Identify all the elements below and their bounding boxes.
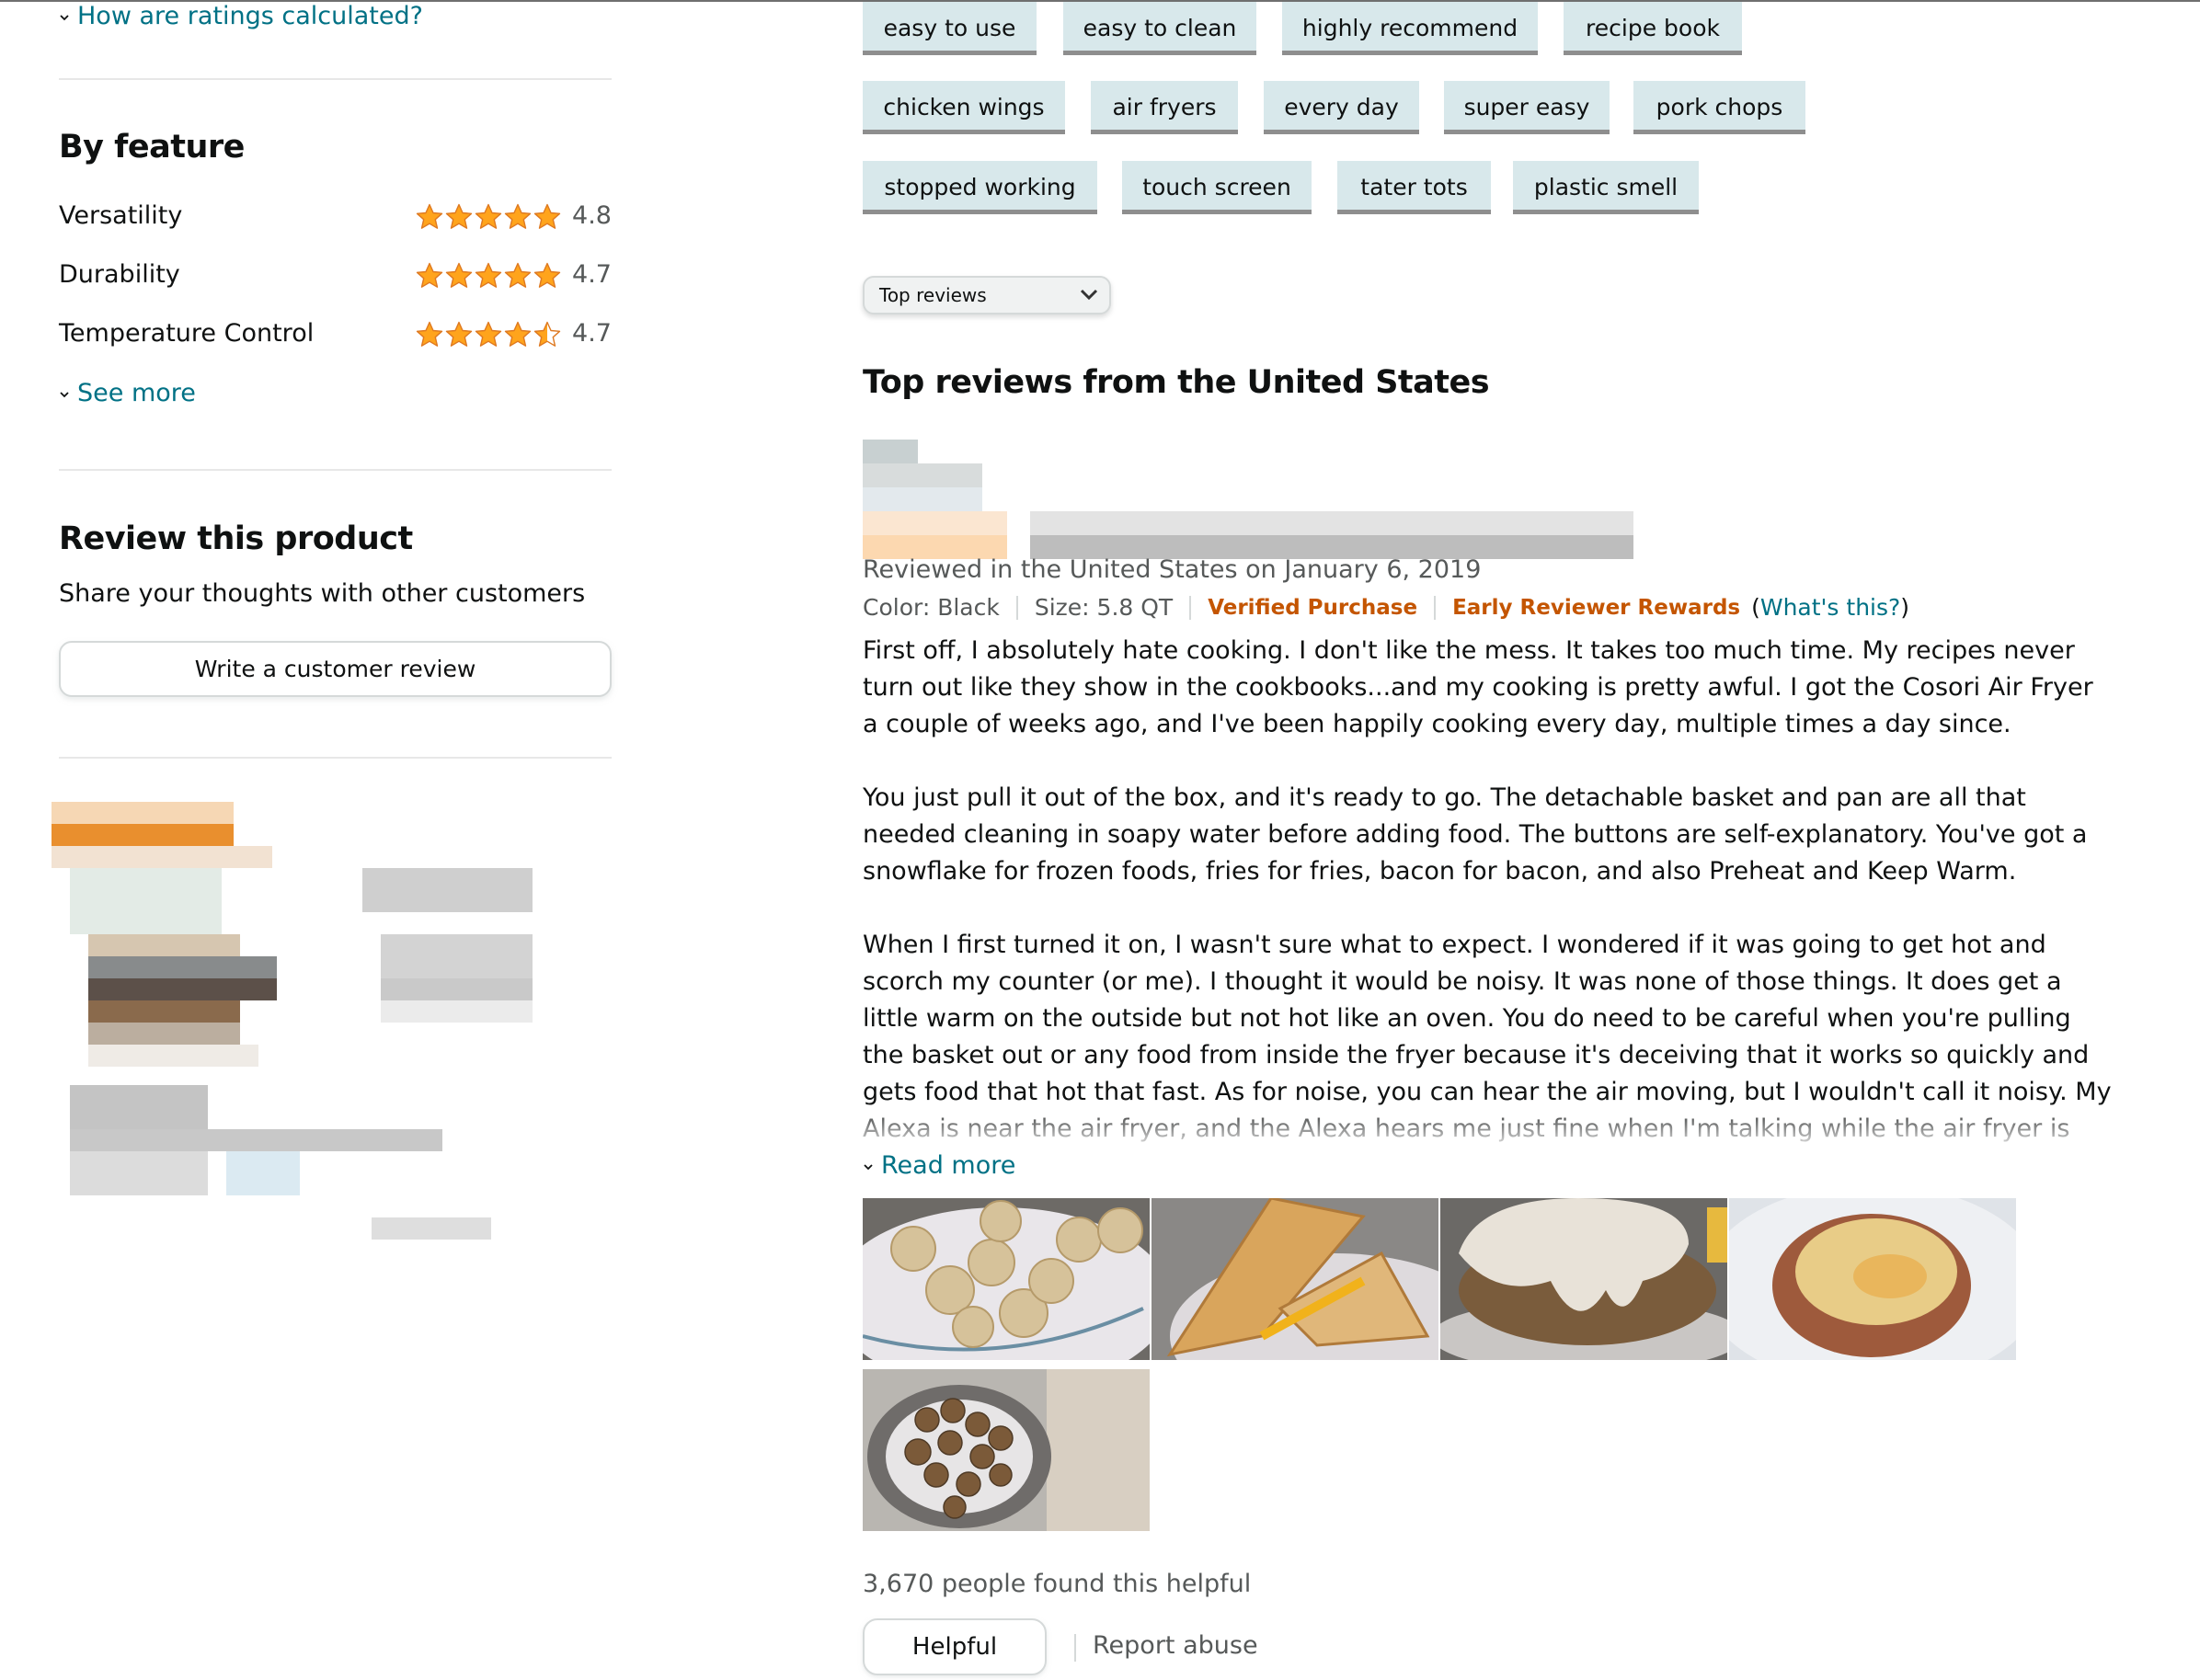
keyword-chip[interactable]: touch screen: [1122, 161, 1312, 214]
feature-row-durability: Durability 4.7: [59, 255, 612, 295]
keyword-chip[interactable]: easy to use: [863, 2, 1037, 55]
food-photo-chicken-fried-steak-icon: [1440, 1198, 1727, 1360]
review-size: Size: 5.8 QT: [1034, 594, 1174, 621]
star-full-icon: [416, 262, 443, 288]
feature-name: Temperature Control: [59, 319, 315, 348]
helpful-count: 3,670 people found this helpful: [863, 1570, 1252, 1598]
keyword-chip[interactable]: pork chops: [1633, 81, 1805, 134]
review-this-product-subtitle: Share your thoughts with other customers: [59, 579, 586, 608]
how-ratings-calculated-link[interactable]: How are ratings calculated?: [59, 0, 423, 33]
star-full-icon: [445, 321, 473, 347]
keyword-chip[interactable]: super easy: [1444, 81, 1610, 134]
see-more-features-link[interactable]: See more: [59, 373, 196, 414]
star-full-icon: [533, 203, 561, 229]
star-full-icon: [504, 203, 532, 229]
feature-name: Durability: [59, 260, 180, 289]
star-rating: [416, 262, 561, 290]
keyword-chip[interactable]: air fryers: [1091, 81, 1238, 134]
divider: [59, 469, 612, 471]
review-date: Reviewed in the United States on January…: [863, 555, 1482, 584]
divider: [59, 78, 612, 80]
chevron-down-icon: [864, 1163, 873, 1170]
feature-name: Versatility: [59, 201, 183, 230]
top-reviews-title: Top reviews from the United States: [863, 364, 1490, 401]
star-full-icon: [504, 262, 532, 288]
separator: [1189, 596, 1192, 620]
blurred-sponsored-ad[interactable]: [50, 800, 622, 1324]
see-more-label: See more: [77, 379, 196, 407]
keyword-chip[interactable]: stopped working: [863, 161, 1097, 214]
review-photo[interactable]: [1152, 1198, 1438, 1360]
food-photo-breaded-bites-icon: [863, 1198, 1150, 1360]
separator: [1434, 596, 1437, 620]
food-photo-fried-bites-icon: [863, 1369, 1150, 1531]
read-more-link[interactable]: Read more: [863, 1148, 1015, 1184]
star-full-icon: [416, 321, 443, 347]
food-photo-pizza-icon: [1729, 1198, 2016, 1360]
chevron-down-icon: [60, 391, 69, 397]
keyword-chip[interactable]: every day: [1264, 81, 1419, 134]
divider: [59, 757, 612, 759]
feature-rating-value: 4.8: [572, 201, 612, 230]
review-photo[interactable]: [863, 1369, 1150, 1531]
star-full-icon: [416, 203, 443, 229]
review-paragraph: First off, I absolutely hate cooking. I …: [863, 636, 2093, 738]
review-meta: Color: Black Size: 5.8 QT Verified Purch…: [863, 590, 1909, 625]
by-feature-title: By feature: [59, 129, 245, 166]
report-abuse-link[interactable]: Report abuse: [1093, 1628, 1258, 1664]
blurred-reviewer-profile: [863, 440, 1635, 559]
feature-rating-value: 4.7: [572, 260, 612, 289]
review-this-product-title: Review this product: [59, 520, 413, 557]
whats-this-link[interactable]: What's this?: [1760, 594, 1900, 621]
keyword-chip[interactable]: easy to clean: [1063, 2, 1256, 55]
whats-this-wrapper: (What's this?): [1751, 594, 1910, 621]
review-photo[interactable]: [863, 1198, 1150, 1360]
food-photo-grilled-cheese-icon: [1152, 1198, 1438, 1360]
separator: [1015, 596, 1018, 620]
chevron-down-icon: [60, 14, 69, 20]
sort-selected-value: Top reviews: [879, 284, 987, 306]
keyword-chip[interactable]: tater tots: [1337, 161, 1491, 214]
feature-row-versatility: Versatility 4.8: [59, 196, 612, 236]
feature-rating-value: 4.7: [572, 319, 612, 348]
keyword-chip[interactable]: plastic smell: [1513, 161, 1699, 214]
sort-reviews-dropdown[interactable]: Top reviews: [863, 276, 1111, 314]
review-paragraph: You just pull it out of the box, and it'…: [863, 783, 2088, 886]
star-full-icon: [533, 262, 561, 288]
write-customer-review-button[interactable]: Write a customer review: [59, 641, 612, 697]
star-full-icon: [504, 321, 532, 347]
helpful-button[interactable]: Helpful: [863, 1618, 1047, 1675]
verified-purchase-badge: Verified Purchase: [1208, 596, 1418, 620]
review-body: First off, I absolutely hate cooking. I …: [863, 633, 2114, 1148]
star-rating: [416, 321, 561, 349]
read-more-label: Read more: [881, 1151, 1016, 1180]
keyword-chip[interactable]: recipe book: [1564, 2, 1742, 55]
chevron-down-icon: [1080, 289, 1098, 301]
star-half-icon: [533, 321, 561, 347]
keyword-chip[interactable]: chicken wings: [863, 81, 1065, 134]
star-full-icon: [445, 203, 473, 229]
star-full-icon: [445, 262, 473, 288]
star-full-icon: [475, 321, 502, 347]
star-full-icon: [475, 262, 502, 288]
review-photo[interactable]: [1440, 1198, 1727, 1360]
star-full-icon: [475, 203, 502, 229]
review-photo[interactable]: [1729, 1198, 2016, 1360]
early-reviewer-badge: Early Reviewer Rewards: [1452, 596, 1741, 620]
review-color: Color: Black: [863, 594, 1000, 621]
separator: [1074, 1634, 1076, 1662]
keyword-chip[interactable]: highly recommend: [1282, 2, 1538, 55]
feature-row-temperature-control: Temperature Control 4.7: [59, 314, 612, 354]
text-fade-overlay: [863, 1102, 2114, 1148]
star-rating: [416, 203, 561, 231]
how-ratings-calculated-label: How are ratings calculated?: [77, 2, 423, 30]
